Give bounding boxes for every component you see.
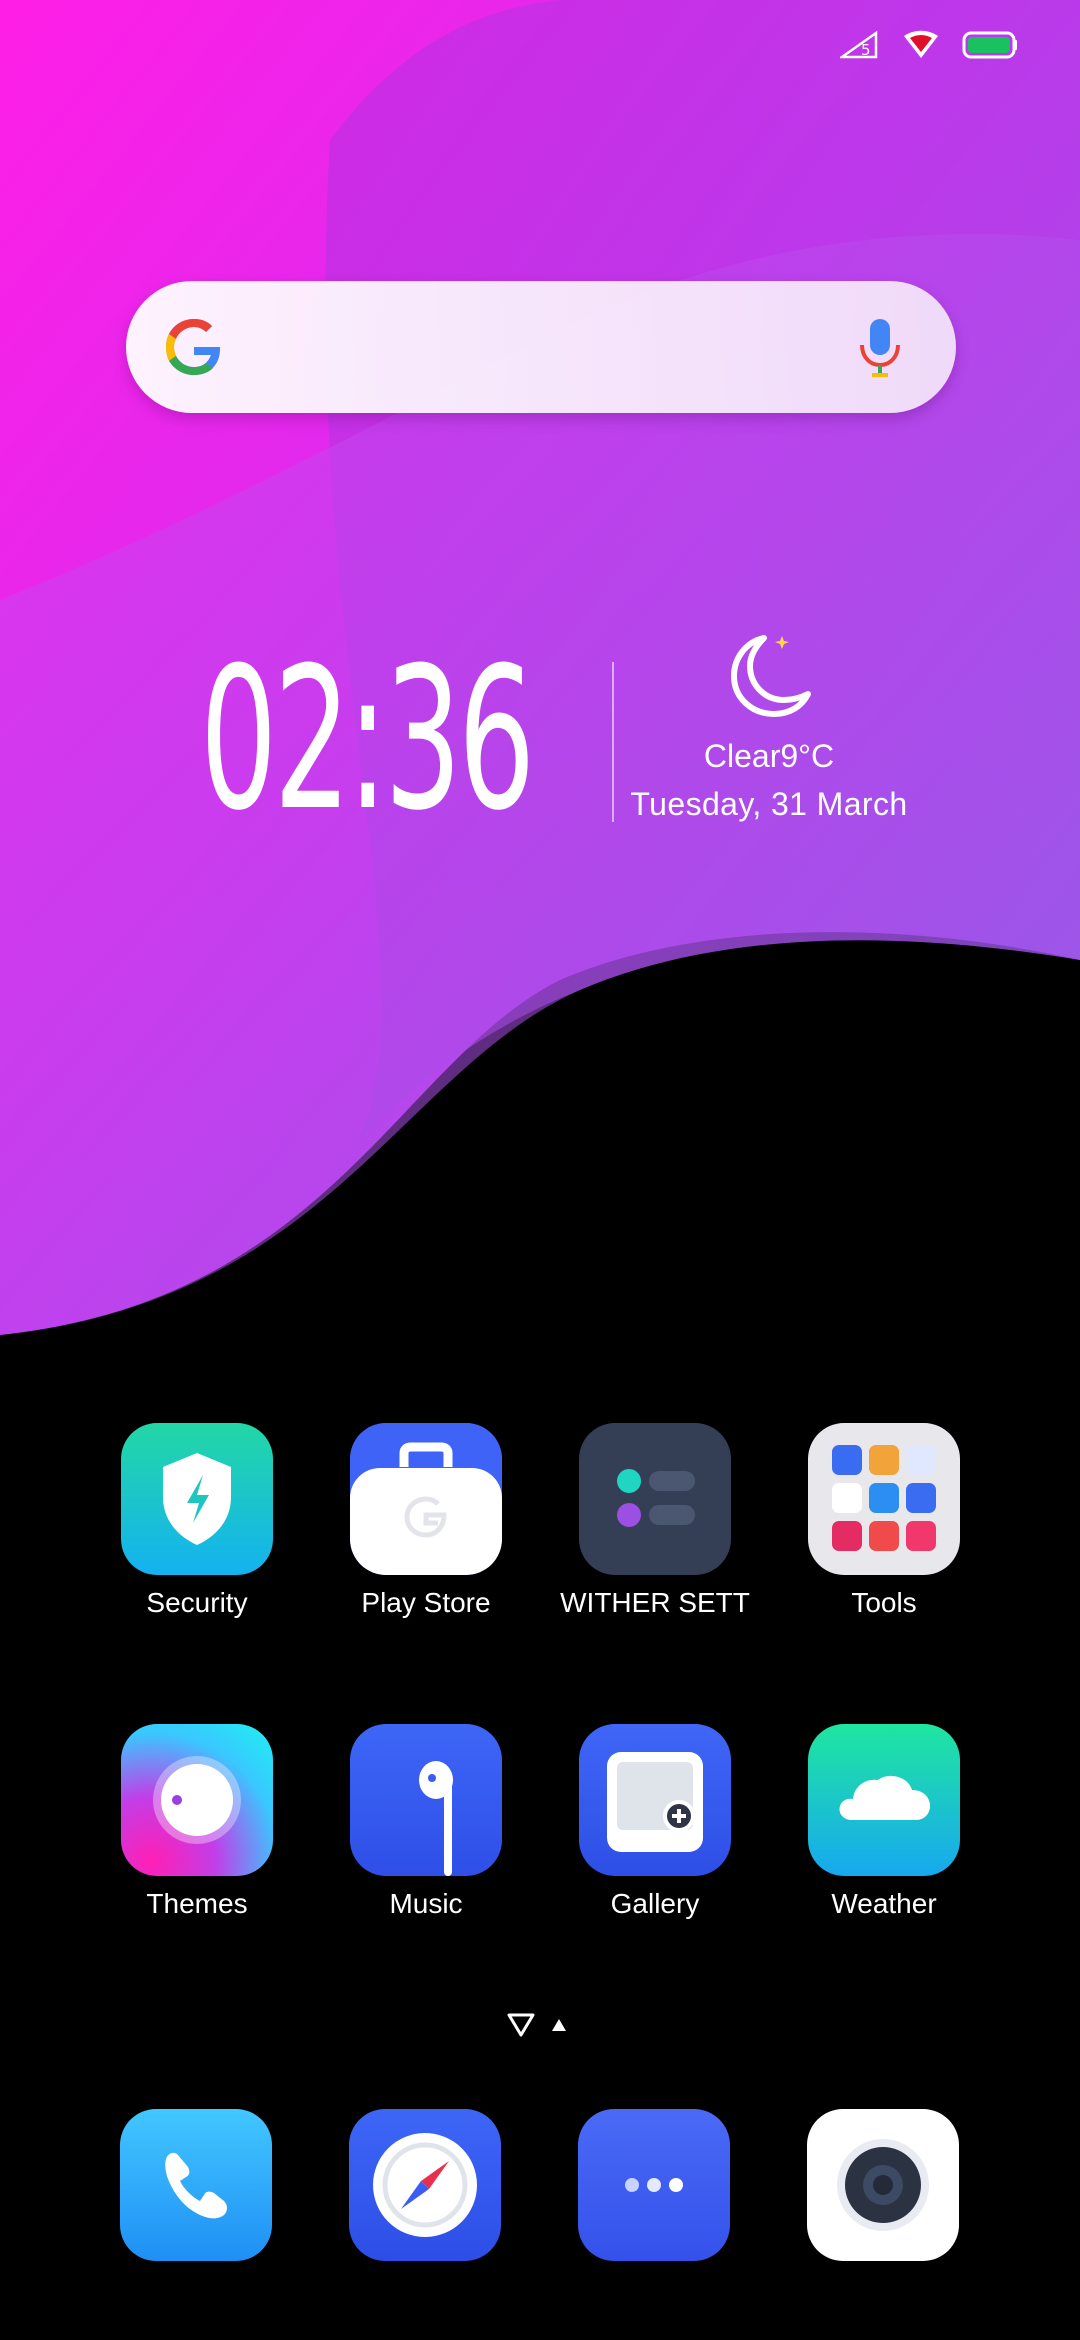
earphone-icon[interactable] — [350, 1724, 502, 1876]
app-label: Gallery — [610, 1888, 700, 1919]
gallery-icon[interactable] — [579, 1724, 731, 1876]
app-gallery[interactable]: Gallery — [555, 1724, 755, 1920]
dock-browser[interactable] — [325, 2109, 525, 2261]
battery-icon — [962, 31, 1017, 59]
status-bar: 5 — [840, 30, 1018, 60]
app-label: Weather — [831, 1888, 937, 1919]
google-logo-icon — [166, 319, 220, 375]
dock-phone[interactable] — [96, 2109, 296, 2261]
weather-condition[interactable]: Clear9°C — [616, 738, 922, 775]
settings-toggle-icon[interactable] — [579, 1423, 731, 1575]
app-label: Tools — [851, 1587, 917, 1618]
cloud-icon[interactable] — [808, 1724, 960, 1876]
app-label: Security — [146, 1587, 248, 1618]
app-themes[interactable]: Themes — [97, 1724, 297, 1920]
svg-text:5: 5 — [861, 41, 871, 59]
page-indicator[interactable] — [506, 2012, 568, 2038]
clock-divider — [612, 662, 614, 822]
themes-icon[interactable] — [121, 1724, 273, 1876]
app-weather[interactable]: Weather — [784, 1724, 984, 1920]
app-label: Themes — [146, 1888, 248, 1919]
app-tools[interactable]: Tools — [784, 1423, 984, 1619]
sim-signal-icon: 5 — [840, 30, 878, 59]
date-text[interactable]: Tuesday, 31 March — [616, 786, 922, 823]
app-security[interactable]: Security — [97, 1423, 297, 1619]
wifi-icon — [904, 30, 938, 58]
more-icon[interactable] — [578, 2109, 730, 2261]
app-label: Play Store — [361, 1587, 491, 1618]
google-search-bar[interactable] — [126, 281, 956, 413]
app-label: Music — [389, 1888, 463, 1919]
app-play-store[interactable]: Play Store — [326, 1423, 526, 1619]
app-wither-sett[interactable]: WITHER SETT — [555, 1423, 755, 1619]
moon-icon — [731, 635, 811, 717]
compass-icon[interactable] — [349, 2109, 501, 2261]
triangle-outline-icon — [507, 2013, 535, 2037]
tools-folder-icon[interactable] — [808, 1423, 960, 1575]
app-label: WITHER SETT — [560, 1587, 750, 1618]
phone-icon[interactable] — [120, 2109, 272, 2261]
dock-more[interactable] — [554, 2109, 754, 2261]
security-icon[interactable] — [121, 1423, 273, 1575]
dock-camera[interactable] — [783, 2109, 983, 2261]
clock-time[interactable]: 02:36 — [200, 640, 535, 840]
triangle-filled-icon — [552, 2019, 566, 2031]
camera-icon[interactable] — [807, 2109, 959, 2261]
app-music[interactable]: Music — [326, 1724, 526, 1920]
play-store-icon[interactable] — [350, 1423, 502, 1575]
microphone-icon[interactable] — [858, 317, 902, 379]
